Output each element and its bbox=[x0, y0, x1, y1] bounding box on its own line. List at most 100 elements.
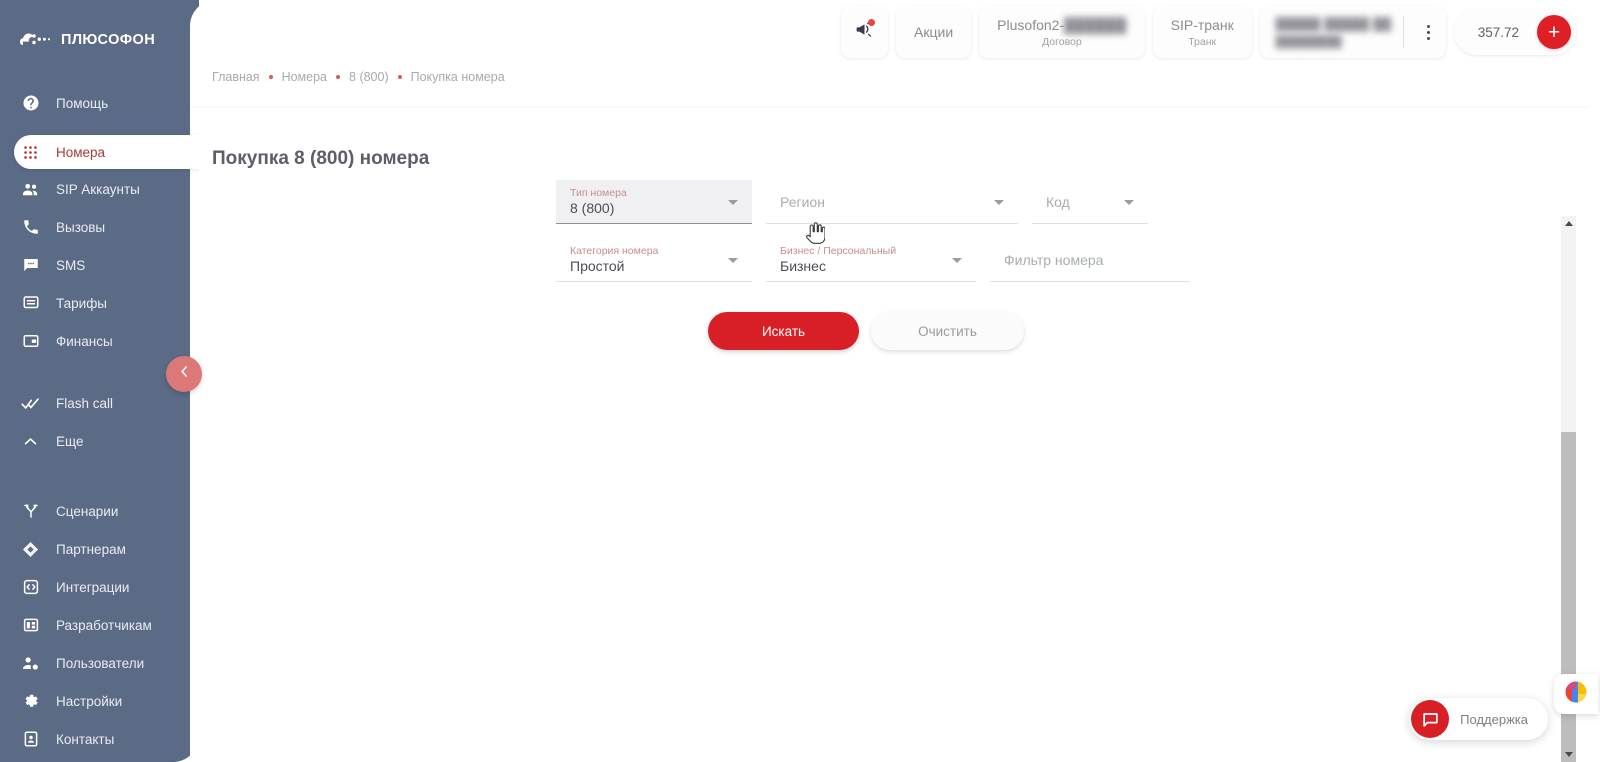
trunk-selector[interactable]: SIP-транк Транк bbox=[1152, 6, 1252, 58]
sidebar-item-tariffs[interactable]: Тарифы bbox=[0, 285, 199, 321]
sidebar-collapse-toggle[interactable] bbox=[166, 356, 202, 392]
content-area: Покупка 8 (800) номера Тип номера 8 (800… bbox=[190, 108, 1590, 762]
kebab-menu-icon[interactable] bbox=[1416, 24, 1442, 40]
chevron-down-icon bbox=[728, 257, 738, 263]
chevron-up-icon bbox=[21, 432, 40, 451]
breadcrumb-item-current: Покупка номера bbox=[410, 70, 505, 84]
trunk-subtitle: Транк bbox=[1188, 35, 1217, 48]
form-buttons: Искать Очистить bbox=[556, 312, 1196, 350]
account-divider bbox=[1403, 16, 1405, 48]
breadcrumb-separator-dot bbox=[397, 75, 402, 79]
handshake-icon bbox=[21, 540, 40, 559]
clear-button[interactable]: Очистить bbox=[871, 312, 1024, 350]
number-type-select[interactable]: Тип номера 8 (800) bbox=[556, 180, 752, 224]
region-select[interactable]: Регион bbox=[766, 180, 1018, 224]
question-circle-icon bbox=[21, 94, 40, 113]
top-header: Акции Plusofon2-██████ Договор SIP-транк… bbox=[190, 0, 1590, 64]
account-line1: █████ █████ ██ bbox=[1275, 16, 1392, 31]
code-select[interactable]: Код bbox=[1032, 180, 1148, 224]
page-title: Покупка 8 (800) номера bbox=[212, 148, 430, 169]
scroll-up-arrow[interactable] bbox=[1561, 216, 1576, 231]
sidebar-item-partners[interactable]: Партнерам bbox=[0, 531, 199, 567]
region-placeholder: Регион bbox=[780, 193, 825, 210]
business-personal-value: Бизнес bbox=[780, 258, 826, 274]
business-personal-label: Бизнес / Персональный bbox=[780, 245, 897, 257]
chevron-down-icon bbox=[728, 199, 738, 205]
promotions-label: Акции bbox=[914, 24, 954, 40]
plusofon-cloud-dots-logo-icon bbox=[20, 28, 51, 52]
chat-support-icon bbox=[1411, 700, 1450, 738]
breadcrumb-separator-dot bbox=[336, 75, 341, 79]
search-button[interactable]: Искать bbox=[708, 312, 859, 350]
sidebar-item-finance-label: Финансы bbox=[56, 333, 113, 349]
sidebar-item-users[interactable]: Пользователи bbox=[0, 645, 199, 681]
notifications-button[interactable] bbox=[841, 6, 889, 58]
sidebar-item-integrations[interactable]: Интеграции bbox=[0, 569, 199, 605]
people-icon bbox=[21, 180, 40, 199]
promotions-button[interactable]: Акции bbox=[896, 6, 972, 58]
scroll-down-arrow[interactable] bbox=[1561, 747, 1576, 762]
balance-widget[interactable]: 357.72 + bbox=[1453, 9, 1576, 55]
sidebar-item-users-label: Пользователи bbox=[56, 655, 145, 671]
brand[interactable]: ПЛЮСОФОН bbox=[0, 0, 199, 60]
sidebar-item-scenarios[interactable]: Сценарии bbox=[0, 493, 199, 529]
brand-name: ПЛЮСОФОН bbox=[61, 31, 156, 48]
sidebar-item-sip-accounts[interactable]: SIP Аккаунты bbox=[0, 171, 199, 207]
number-filter-input[interactable]: Фильтр номера bbox=[990, 238, 1190, 282]
grid-dots-icon bbox=[21, 143, 40, 162]
phone-icon bbox=[21, 218, 40, 237]
contract-subtitle: Договор bbox=[1042, 35, 1082, 48]
code-brackets-icon bbox=[21, 578, 40, 597]
balance-value: 357.72 bbox=[1477, 24, 1519, 40]
trunk-title: SIP-транк bbox=[1170, 16, 1234, 33]
sidebar-item-more-label: Еще bbox=[56, 433, 84, 449]
wallet-icon bbox=[21, 332, 40, 351]
chevron-down-icon bbox=[952, 257, 962, 263]
support-widget[interactable]: Поддержка bbox=[1409, 698, 1548, 740]
sidebar-item-settings-label: Настройки bbox=[56, 693, 123, 709]
breadcrumb-item-home[interactable]: Главная bbox=[212, 70, 260, 84]
main-panel: Акции Plusofon2-██████ Договор SIP-транк… bbox=[190, 0, 1590, 762]
extension-badge[interactable] bbox=[1554, 674, 1598, 714]
gear-icon bbox=[21, 692, 40, 711]
sidebar-item-tariffs-label: Тарифы bbox=[56, 295, 108, 311]
sidebar-item-developers[interactable]: Разработчикам bbox=[0, 607, 199, 643]
sidebar-item-contacts[interactable]: Контакты bbox=[0, 721, 199, 757]
sidebar-item-sms[interactable]: SMS bbox=[0, 247, 199, 283]
support-label: Поддержка bbox=[1460, 711, 1528, 727]
sidebar-nav: Помощь Номера SIP Аккаунты Вызовы SMS Та… bbox=[0, 85, 199, 757]
sidebar-item-help[interactable]: Помощь bbox=[0, 85, 199, 121]
sidebar-item-calls[interactable]: Вызовы bbox=[0, 209, 199, 245]
list-card-icon bbox=[21, 294, 40, 313]
sidebar-item-scenarios-label: Сценарии bbox=[56, 503, 119, 519]
sidebar-item-sms-label: SMS bbox=[56, 257, 86, 273]
sidebar-item-finance[interactable]: Финансы bbox=[0, 323, 199, 359]
breadcrumb-item-numbers[interactable]: Номера bbox=[282, 70, 327, 84]
number-category-select[interactable]: Категория номера Простой bbox=[556, 238, 752, 282]
chat-bubble-icon bbox=[21, 256, 40, 275]
number-category-value: Простой bbox=[570, 258, 625, 274]
sidebar-item-contacts-label: Контакты bbox=[56, 731, 115, 747]
sidebar-item-more[interactable]: Еще bbox=[0, 423, 199, 459]
account-selector[interactable]: █████ █████ ██ ████████ bbox=[1259, 6, 1446, 58]
number-type-label: Тип номера bbox=[570, 187, 627, 199]
contact-card-icon bbox=[21, 730, 40, 749]
account-lines: █████ █████ ██ ████████ bbox=[1276, 17, 1392, 48]
contract-selector[interactable]: Plusofon2-██████ Договор bbox=[979, 6, 1145, 58]
sidebar-item-settings[interactable]: Настройки bbox=[0, 683, 199, 719]
double-check-icon bbox=[21, 394, 40, 413]
plus-icon[interactable]: + bbox=[1537, 15, 1571, 49]
chevron-down-icon bbox=[994, 199, 1004, 205]
sidebar-item-help-label: Помощь bbox=[56, 95, 109, 111]
business-personal-select[interactable]: Бизнес / Персональный Бизнес bbox=[766, 238, 976, 282]
user-gear-icon bbox=[21, 654, 40, 673]
sidebar-item-sip-accounts-label: SIP Аккаунты bbox=[56, 181, 140, 197]
sidebar-item-developers-label: Разработчикам bbox=[56, 617, 152, 633]
sidebar-item-flash-call[interactable]: Flash call bbox=[0, 385, 199, 421]
number-search-form: Тип номера 8 (800) Регион Код Категория … bbox=[556, 180, 1196, 350]
window-scrollbar[interactable] bbox=[1590, 0, 1600, 762]
chevron-down-icon bbox=[1124, 199, 1134, 205]
breadcrumb-item-8800[interactable]: 8 (800) bbox=[349, 70, 389, 84]
number-type-value: 8 (800) bbox=[570, 200, 615, 216]
sidebar-item-nomera[interactable]: Номера bbox=[14, 135, 199, 169]
